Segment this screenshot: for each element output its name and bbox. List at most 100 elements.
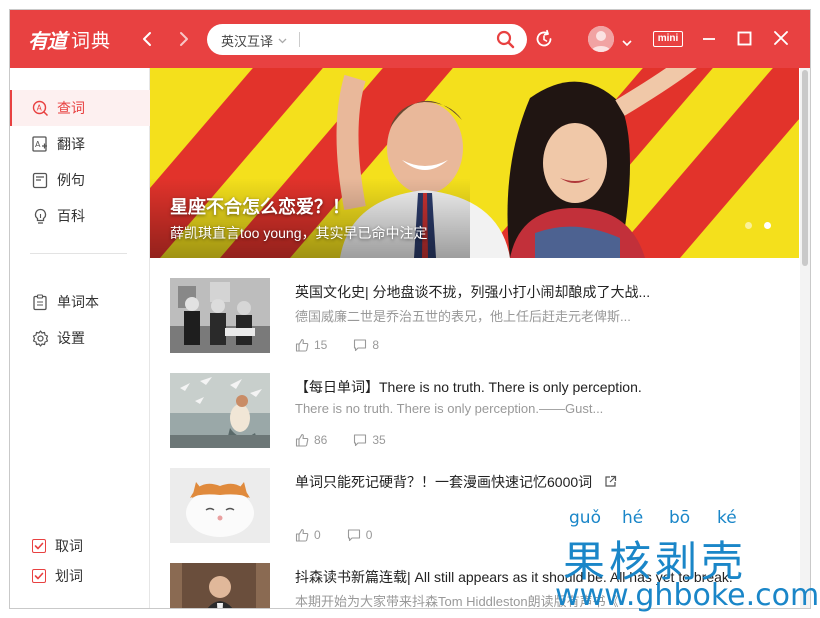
comment-icon	[354, 339, 367, 352]
sidebar-item-lookup[interactable]: A 查词	[10, 90, 150, 126]
capture-word-toggle[interactable]: 取词	[32, 536, 83, 556]
select-word-label: 划词	[55, 568, 83, 584]
search-divider	[299, 32, 300, 47]
minimize-icon	[703, 38, 715, 40]
feed-item[interactable]: 英国文化史| 分地盘谈不拢，列强小打小闹却酿成了大战... 德国威廉二世是乔治五…	[170, 278, 790, 356]
search-input[interactable]	[305, 29, 485, 50]
feed-item[interactable]: 【每日单词】There is no truth. There is only p…	[170, 373, 790, 451]
like-button[interactable]: 0	[295, 528, 321, 542]
comment-button[interactable]: 0	[347, 528, 373, 542]
comment-button[interactable]: 8	[353, 338, 379, 352]
chevron-down-icon	[278, 38, 287, 44]
mini-mode-button[interactable]: mini	[653, 31, 683, 47]
sidebar-item-label: 百科	[57, 208, 85, 224]
maximize-button[interactable]	[737, 31, 752, 51]
settings-icon	[32, 329, 49, 347]
carousel-dot[interactable]	[745, 222, 752, 229]
user-icon	[588, 26, 614, 52]
example-sentence-icon	[32, 172, 49, 189]
thumbs-up-icon	[295, 338, 309, 352]
app-logo: 有道 词典	[28, 25, 111, 53]
select-word-toggle[interactable]: 划词	[32, 566, 83, 586]
scrollbar-thumb[interactable]	[802, 70, 808, 266]
sidebar-item-translate[interactable]: A 翻译	[10, 126, 150, 162]
minimize-button[interactable]	[701, 30, 717, 51]
like-count: 86	[314, 433, 328, 447]
wordbook-icon	[32, 293, 49, 311]
like-count: 0	[314, 528, 321, 542]
app-window: 有道 词典 英汉互译 mini A 查词 A 翻译 例句 百科 单词本 设置 取…	[9, 9, 811, 609]
feed-item[interactable]: 单词只能死记硬背？！一套漫画快速记忆6000词 0 0	[170, 468, 790, 546]
checkbox-checked[interactable]	[32, 539, 46, 553]
feed-title[interactable]: 英国文化史| 分地盘谈不拢，列强小打小闹却酿成了大战...	[295, 282, 650, 302]
feed-stats: 0 0	[295, 528, 398, 542]
scrollbar[interactable]	[800, 68, 810, 608]
back-button[interactable]	[138, 29, 158, 49]
chevron-down-icon	[622, 40, 632, 47]
carousel-dot-active[interactable]	[764, 222, 771, 229]
history-button[interactable]	[534, 29, 554, 54]
comment-count: 8	[372, 338, 380, 352]
close-icon	[774, 31, 788, 45]
comment-icon	[347, 529, 360, 542]
encyclopedia-icon	[32, 208, 49, 225]
search-word-icon: A	[32, 100, 49, 117]
feed-title[interactable]: 单词只能死记硬背？！一套漫画快速记忆6000词	[295, 472, 617, 492]
thumbs-up-icon	[295, 528, 309, 542]
external-link-icon	[605, 475, 617, 487]
logo-text: 词典	[71, 29, 112, 52]
search-icon	[496, 30, 515, 49]
feed-title[interactable]: 【每日单词】There is no truth. There is only p…	[295, 377, 642, 397]
feed-thumbnail	[170, 278, 270, 353]
svg-text:A: A	[35, 140, 41, 149]
chevron-left-icon	[143, 32, 151, 46]
sidebar-item-wordbook[interactable]: 单词本	[10, 284, 150, 320]
promo-banner[interactable]: 星座不合怎么恋爱？！ 薛凯琪直言too young，其实早已命中注定	[150, 68, 799, 258]
thumbs-up-icon	[295, 433, 309, 447]
feed-title-text: 单词只能死记硬背？！一套漫画快速记忆6000词	[295, 474, 593, 490]
feed-description: 德国威廉二世是乔治五世的表兄，他上任后赶走元老俾斯...	[295, 309, 631, 324]
close-button[interactable]	[773, 30, 789, 51]
comment-button[interactable]: 35	[353, 433, 386, 447]
feed-thumbnail	[170, 468, 270, 543]
check-icon	[34, 572, 44, 580]
comment-count: 0	[365, 528, 373, 542]
logo-mark: 有道	[28, 28, 67, 53]
checkbox-checked[interactable]	[32, 569, 46, 583]
banner-title: 星座不合怎么恋爱？！	[170, 197, 350, 217]
sidebar-item-label: 设置	[57, 330, 85, 346]
sidebar-item-settings[interactable]: 设置	[10, 320, 150, 356]
search-bar: 英汉互译	[207, 24, 527, 55]
account-menu-button[interactable]	[622, 34, 632, 52]
like-button[interactable]: 15	[295, 338, 327, 352]
main-content: 星座不合怎么恋爱？！ 薛凯琪直言too young，其实早已命中注定 英国文化史…	[150, 68, 810, 609]
feed-stats: 15 8	[295, 338, 405, 352]
svg-text:A: A	[37, 103, 43, 112]
feed-description: 本期开始为大家带来抖森Tom Hiddleston朗读版有声书《	[295, 594, 619, 609]
sidebar-item-label: 查词	[57, 100, 85, 116]
language-select[interactable]: 英汉互译	[221, 31, 287, 50]
feed-thumbnail	[170, 373, 270, 448]
feed-thumbnail	[170, 563, 270, 608]
search-button[interactable]	[496, 30, 515, 54]
sidebar-item-examples[interactable]: 例句	[10, 162, 150, 198]
chevron-right-icon	[180, 32, 188, 46]
title-bar: 有道 词典 英汉互译 mini	[10, 10, 810, 68]
sidebar: A 查词 A 翻译 例句 百科 单词本 设置 取词 划词	[10, 68, 150, 608]
feed-description: There is no truth. There is only percept…	[295, 401, 604, 416]
feed-item[interactable]: 抖森读书新篇连载| All still appears as it should…	[170, 563, 790, 609]
sidebar-item-encyclopedia[interactable]: 百科	[10, 198, 150, 234]
feed-stats: 86 35	[295, 433, 412, 447]
check-icon	[34, 542, 44, 550]
language-select-label: 英汉互译	[221, 34, 274, 49]
capture-word-label: 取词	[55, 538, 83, 554]
user-avatar[interactable]	[588, 26, 614, 52]
sidebar-item-label: 翻译	[57, 136, 85, 152]
forward-button[interactable]	[173, 29, 193, 49]
banner-subtitle: 薛凯琪直言too young，其实早已命中注定	[170, 225, 428, 241]
like-count: 15	[314, 338, 328, 352]
maximize-icon	[737, 31, 752, 46]
like-button[interactable]: 86	[295, 433, 327, 447]
comment-icon	[354, 434, 367, 447]
feed-title[interactable]: 抖森读书新篇连载| All still appears as it should…	[295, 567, 733, 587]
